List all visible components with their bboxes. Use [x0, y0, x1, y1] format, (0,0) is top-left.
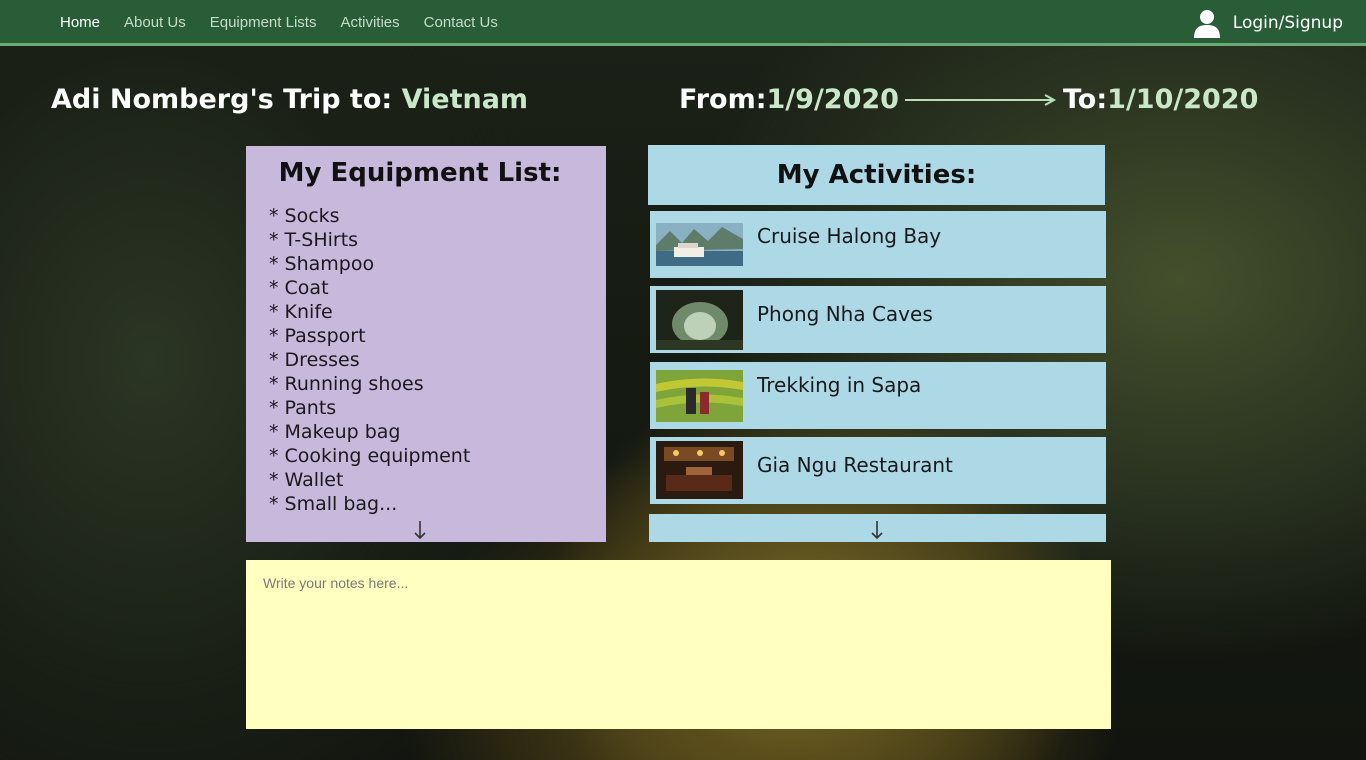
trip-dates: From: 1/9/2020 To: 1/10/2020: [679, 84, 1258, 115]
equipment-item: * Passport: [269, 325, 366, 347]
equipment-item: * Makeup bag: [269, 421, 401, 443]
notes-textarea[interactable]: [246, 560, 1111, 729]
trip-destination: Vietnam: [401, 84, 529, 115]
activities-title: My Activities:: [648, 145, 1105, 205]
to-label: To:: [1062, 84, 1108, 115]
activity-card[interactable]: Phong Nha Caves: [650, 286, 1106, 353]
trip-owner-label: Adi Nomberg's Trip to:: [51, 84, 402, 115]
activity-name: Cruise Halong Bay: [757, 224, 942, 248]
equipment-item: * Wallet: [269, 469, 344, 491]
activity-card[interactable]: Trekking in Sapa: [650, 362, 1106, 429]
equipment-item: * T-SHirts: [269, 229, 359, 251]
from-label: From:: [679, 84, 767, 115]
from-date: 1/9/2020: [766, 84, 899, 115]
equipment-item: * Shampoo: [269, 253, 375, 275]
activity-thumbnail: [656, 290, 743, 350]
top-navbar: Home About Us Equipment Lists Activities…: [0, 0, 1366, 46]
equipment-item: * Coat: [269, 277, 329, 299]
nav-activities[interactable]: Activities: [340, 14, 399, 31]
to-date: 1/10/2020: [1107, 84, 1259, 115]
arrow-down-icon: [871, 521, 883, 540]
equipment-item: * Small bag...: [269, 493, 398, 515]
login-signup-button[interactable]: Login/Signup: [1193, 8, 1343, 38]
activity-name: Trekking in Sapa: [757, 373, 922, 397]
login-signup-label: Login/Signup: [1232, 13, 1343, 33]
nav-home[interactable]: Home: [60, 14, 100, 31]
equipment-item: * Knife: [269, 301, 333, 323]
trip-title: Adi Nomberg's Trip to: Vietnam: [51, 84, 528, 115]
activities-more-button[interactable]: [649, 514, 1106, 542]
nav-links: Home About Us Equipment Lists Activities…: [60, 14, 522, 31]
activity-card[interactable]: Gia Ngu Restaurant: [650, 437, 1106, 504]
arrow-down-icon[interactable]: [413, 520, 427, 540]
equipment-item: * Running shoes: [269, 373, 424, 395]
activity-name: Phong Nha Caves: [757, 302, 933, 326]
nav-equipment-lists[interactable]: Equipment Lists: [210, 14, 317, 31]
user-icon: [1193, 10, 1220, 38]
equipment-item: * Cooking equipment: [269, 445, 471, 467]
equipment-list: * Socks * T-SHirts * Shampoo * Coat * Kn…: [269, 204, 470, 516]
equipment-item: * Socks: [269, 205, 340, 227]
activity-thumbnail: [656, 223, 743, 266]
arrow-right-icon: [904, 93, 1057, 106]
equipment-item: * Pants: [269, 397, 337, 419]
nav-contact-us[interactable]: Contact Us: [424, 14, 498, 31]
equipment-panel: My Equipment List: * Socks * T-SHirts * …: [246, 146, 606, 542]
equipment-item: * Dresses: [269, 349, 360, 371]
equipment-title: My Equipment List:: [278, 158, 562, 188]
nav-about-us[interactable]: About Us: [124, 14, 186, 31]
activity-name: Gia Ngu Restaurant: [757, 453, 953, 477]
activity-thumbnail: [656, 441, 743, 499]
activity-thumbnail: [656, 370, 743, 422]
activity-card[interactable]: Cruise Halong Bay: [650, 211, 1106, 278]
